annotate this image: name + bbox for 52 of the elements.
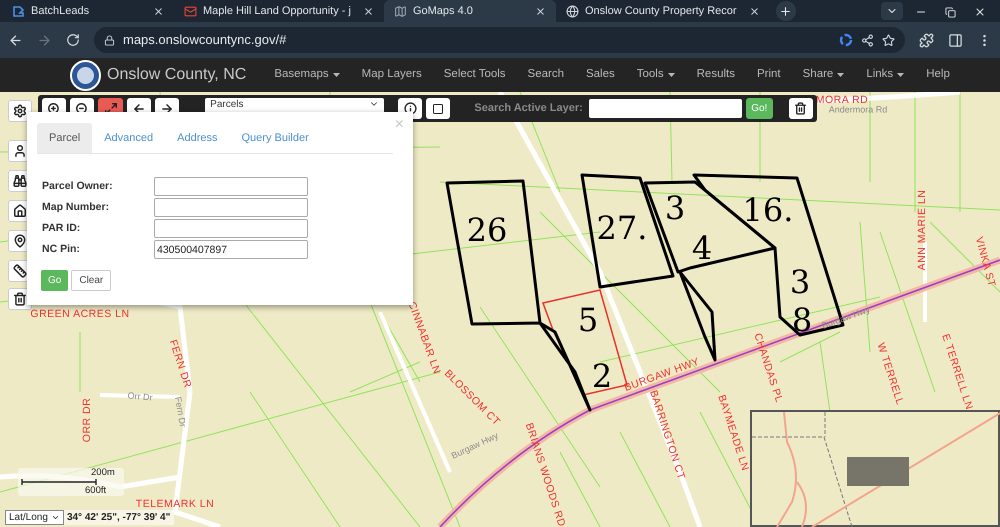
street-label: Fern Dr bbox=[172, 396, 188, 428]
handwritten-number: 3 bbox=[790, 266, 810, 298]
nav-menu-item[interactable]: Map Layers bbox=[362, 66, 422, 84]
nav-menu-item[interactable]: Sales bbox=[586, 66, 615, 84]
search-layer-label: Search Active Layer: bbox=[474, 101, 583, 116]
nav-menu-item[interactable]: Results bbox=[696, 66, 735, 84]
handwritten-number: 26 bbox=[466, 214, 508, 246]
dialog-tab[interactable]: Parcel bbox=[37, 123, 92, 153]
handwritten-number: 27. bbox=[596, 212, 648, 244]
tab-title: BatchLeads bbox=[31, 4, 90, 19]
coordinates-text: 34° 42' 25", -77° 39' 4" bbox=[66, 511, 170, 525]
clear-button[interactable]: Clear bbox=[71, 270, 112, 291]
handwritten-number: 2 bbox=[592, 360, 612, 392]
browser-tab[interactable]: Onslow County Property Recor bbox=[556, 0, 770, 22]
street-label: Burgaw Hwy bbox=[820, 305, 872, 331]
street-label: ORR DR bbox=[82, 398, 92, 442]
handwritten-number: 4 bbox=[692, 232, 712, 264]
street-label: Orr Dr bbox=[127, 391, 153, 403]
nav-menu-item[interactable]: Search bbox=[528, 66, 564, 84]
tab-title: GoMaps 4.0 bbox=[412, 4, 474, 19]
field-label: Parcel Owner: bbox=[42, 178, 114, 194]
handwritten-number: 5 bbox=[578, 304, 598, 336]
tab-title: Maple Hill Land Opportunity - j bbox=[203, 4, 352, 19]
nav-menu-item[interactable]: Links bbox=[866, 66, 904, 84]
nav-menu-item[interactable]: Share bbox=[802, 66, 844, 84]
site-title[interactable]: Onslow County, NC bbox=[107, 63, 246, 87]
street-label: VINKA ST bbox=[973, 236, 997, 288]
url-text: maps.onslowcountync.gov/# bbox=[123, 31, 286, 50]
handwritten-number: 3 bbox=[664, 192, 686, 224]
field-label: NC Pin: bbox=[42, 242, 81, 257]
address-bar[interactable]: maps.onslowcountync.gov/# bbox=[94, 27, 905, 53]
nav-menu-item[interactable]: Print bbox=[756, 66, 781, 84]
field-label: PAR ID: bbox=[42, 220, 82, 236]
street-label: GREEN ACRES LN bbox=[30, 308, 130, 320]
scale-metric: 200m bbox=[91, 468, 115, 478]
nav-menu-item[interactable]: Help bbox=[926, 66, 950, 84]
handwritten-number: 16. bbox=[742, 194, 794, 226]
nav-menu-item[interactable]: Basemaps bbox=[274, 66, 340, 84]
street-label: FERN DR bbox=[167, 338, 193, 390]
browser-tab[interactable]: Maple Hill Land Opportunity - j bbox=[174, 0, 384, 22]
nav-menu-item[interactable]: Tools bbox=[636, 66, 675, 84]
tab-title: Onslow County Property Recor bbox=[584, 4, 738, 19]
street-label: ANN MARIE LN bbox=[916, 190, 928, 270]
handwritten-number: 8 bbox=[792, 304, 812, 336]
street-label: TELEMARK LN bbox=[136, 498, 214, 510]
input-field[interactable]: 430500407897 bbox=[154, 240, 308, 259]
browser-tab[interactable]: BatchLeads bbox=[2, 0, 174, 22]
field-label: Map Number: bbox=[42, 200, 110, 215]
scale-imperial: 600ft bbox=[85, 486, 106, 496]
browser-tab[interactable]: GoMaps 4.0 bbox=[384, 0, 556, 22]
nav-menu-item[interactable]: Select Tools bbox=[444, 66, 506, 84]
coordinate-format-select[interactable]: Lat/Long bbox=[5, 510, 64, 525]
